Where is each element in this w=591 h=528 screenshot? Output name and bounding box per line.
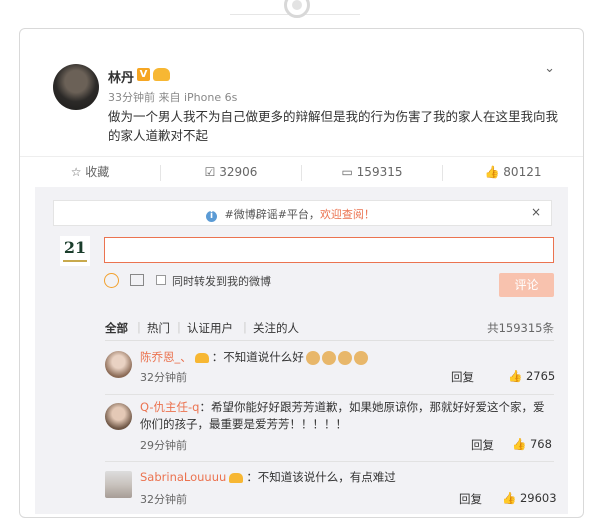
weibo-post-card: 林丹 V ⌄ 33分钟前 来自 iPhone 6s 做为一个男人我不为自己做更多… [19,28,584,518]
thumbs-up-icon: 👍 [512,437,527,451]
comment-body: 陈乔恩_、 ：不知道说什么好 [140,349,550,366]
commenter-avatar[interactable] [105,471,132,498]
comment-text: ：不知道该说什么，有点难过 [246,470,396,484]
comment-text: ：不知道说什么好 [211,350,304,364]
comment-input[interactable] [104,237,554,263]
reply-button[interactable]: 回复 [459,491,482,507]
info-icon: i [206,211,217,222]
submit-comment-button[interactable]: 评论 [499,273,554,297]
comment-like-button[interactable]: 👍 2765 [508,369,555,383]
thumbs-up-icon: 👍 [502,491,517,505]
commenter-avatar[interactable] [105,351,132,378]
favorite-label: ☆ 收藏 [70,165,110,179]
action-bar: ☆ 收藏 ☑ 32906 ▭ 159315 👍 80121 [20,156,583,189]
comment-divider [105,461,554,462]
repost-option-label: 同时转发到我的微博 [172,275,271,288]
comment-like-button[interactable]: 👍 29603 [502,491,557,505]
thumbs-up-icon: 👍 [508,369,523,383]
post-meta: 33分钟前 来自 iPhone 6s [108,91,238,104]
divider: | [177,320,181,334]
comment-like-button[interactable]: 👍 768 [512,437,552,451]
commenter-avatar[interactable] [105,403,132,430]
close-icon[interactable]: × [531,205,541,219]
thumbs-up-icon: 👍 [484,165,500,179]
comment-time: 32分钟前 [140,371,187,384]
rumor-notice: i #微博辟谣#平台，欢迎查阅！ × [53,200,552,226]
comment-section: i #微博辟谣#平台，欢迎查阅！ × 21 同时转发到我的微博 评论 全部 | … [35,187,568,514]
comment-text: ：希望你能好好跟芳芳道歉，如果她原谅你，那就好好爱这个家，爱你们的孩子，最重要是… [140,400,545,431]
emoji-icon [321,350,336,365]
reply-button[interactable]: 回复 [471,437,494,453]
emoji-icon [337,350,352,365]
comment-time: 29分钟前 [140,439,187,452]
user-avatar-logo: 21 [60,236,90,266]
commenter-name[interactable]: Q-仇主任-q [140,400,199,414]
notice-link[interactable]: 欢迎查阅！ [320,208,375,221]
like-count: 80121 [503,165,542,179]
emoji-icon [305,350,320,365]
comment-like-count: 768 [529,437,552,451]
comment-like-count: 2765 [525,369,556,383]
repost-button[interactable]: ☑ 32906 [161,157,301,187]
pin-decoration [284,0,310,18]
notice-prefix: #微博辟谣#平台， [224,208,320,221]
comment-button[interactable]: ▭ 159315 [302,157,442,189]
vip-crown-icon [153,68,170,81]
comment-like-count: 29603 [519,491,557,505]
commenter-name[interactable]: 陈乔恩_、 [140,350,192,364]
verified-badge: V [137,68,150,81]
filter-following[interactable]: 关注的人 [253,320,299,336]
filter-verified[interactable]: 认证用户 [187,320,233,336]
comment-body: Q-仇主任-q：希望你能好好跟芳芳道歉，如果她原谅你，那就好好爱这个家，爱你们的… [140,399,550,433]
comment-total: 共159315条 [487,321,554,335]
comment-divider [105,394,554,395]
filter-hot[interactable]: 热门 [147,320,170,336]
post-text: 做为一个男人我不为自己做更多的辩解但是我的行为伤害了我的家人在这里我向我的家人道… [108,109,559,143]
image-icon[interactable] [130,274,144,286]
comment-body: SabrinaLouuuu ：不知道该说什么，有点难过 [140,469,550,486]
author-name[interactable]: 林丹 [108,67,134,86]
divider: | [243,320,247,334]
chevron-down-icon[interactable]: ⌄ [544,61,555,76]
commenter-name[interactable]: SabrinaLouuuu [140,470,226,484]
comment-count: 159315 [356,165,403,179]
emoji-icon [353,350,368,365]
author-avatar[interactable] [53,64,99,110]
vip-crown-icon [229,472,244,483]
divider: | [137,320,141,334]
comment-time: 32分钟前 [140,493,187,506]
repost-checkbox[interactable] [156,275,166,285]
repost-icon: ☑ [204,165,216,179]
filter-divider [105,340,554,341]
logo-bar [63,260,87,262]
reply-button[interactable]: 回复 [451,369,474,385]
repost-count: 32906 [219,165,258,179]
logo-text: 21 [63,238,87,257]
like-button[interactable]: 👍 80121 [443,157,583,187]
emoji-icon[interactable] [104,273,119,288]
filter-all[interactable]: 全部 [105,320,128,336]
favorite-button[interactable]: ☆ 收藏 [20,157,160,187]
comment-icon: ▭ [341,165,353,179]
vip-crown-icon [194,352,209,363]
